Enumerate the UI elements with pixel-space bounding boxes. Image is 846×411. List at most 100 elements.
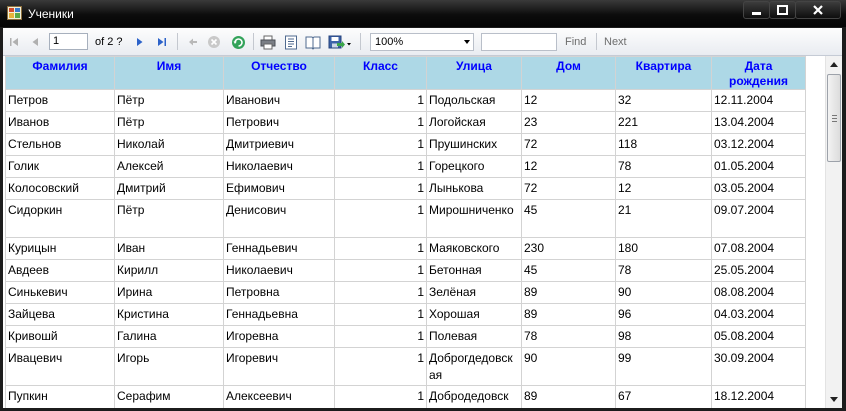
- toolbar-separator: [360, 33, 361, 50]
- print-button[interactable]: [259, 33, 277, 51]
- table-cell: Алексеевич: [223, 385, 335, 408]
- find-text-input[interactable]: [481, 33, 557, 51]
- table-row: Петров Пётр Иванович 1 Подольская 12 32 12.11.2…: [5, 89, 806, 112]
- stop-button[interactable]: [206, 33, 222, 51]
- table-row: Зайцева Кристина Геннадьевна 1 Хорошая 89 96 04…: [5, 303, 806, 326]
- table-cell: 32: [615, 89, 712, 112]
- table-cell: 12.11.2004: [711, 89, 806, 112]
- table-cell: Логойская: [426, 111, 522, 134]
- report-viewer-window: Ученики 1 of 2 ? 100% Find Next Фамилия …: [0, 0, 846, 411]
- minimize-button[interactable]: [743, 1, 770, 19]
- toolbar-separator: [596, 33, 597, 50]
- current-page-input[interactable]: 1: [49, 33, 88, 50]
- table-cell: 04.03.2004: [711, 303, 806, 326]
- first-page-button[interactable]: [7, 33, 21, 51]
- table-cell: 230: [521, 237, 616, 260]
- next-page-icon: [137, 38, 143, 46]
- table-cell: Колосовский: [5, 177, 115, 200]
- table-cell: Петрович: [223, 111, 335, 134]
- last-page-button[interactable]: [154, 33, 170, 51]
- back-arrow-icon: [189, 38, 197, 46]
- table-cell: Алексей: [114, 155, 224, 178]
- export-button[interactable]: [327, 33, 353, 51]
- next-page-button[interactable]: [133, 33, 147, 51]
- table-cell: Кривошй: [5, 325, 115, 348]
- page-setup-icon: [305, 36, 321, 50]
- scrollbar-thumb[interactable]: [827, 74, 841, 162]
- refresh-button[interactable]: [229, 33, 247, 51]
- table-cell: Дмитриевич: [223, 133, 335, 156]
- table-cell: Мирошниченко: [426, 199, 522, 238]
- table-cell: Зайцева: [5, 303, 115, 326]
- table-cell: Курицын: [5, 237, 115, 260]
- table-cell: 1: [334, 303, 427, 326]
- table-cell: 1: [334, 237, 427, 260]
- print-layout-button[interactable]: [282, 33, 300, 51]
- table-cell: 07.08.2004: [711, 237, 806, 260]
- table-cell: 180: [615, 237, 712, 260]
- table-cell: Подольская: [426, 89, 522, 112]
- table-cell: Галина: [114, 325, 224, 348]
- save-export-icon: [328, 35, 351, 48]
- table-cell: 1: [334, 133, 427, 156]
- table-cell: Серафим: [114, 385, 224, 408]
- close-button[interactable]: [795, 1, 841, 19]
- app-icon: [7, 6, 22, 20]
- table-cell: Ефимович: [223, 177, 335, 200]
- vertical-scrollbar[interactable]: [825, 56, 842, 408]
- previous-page-button[interactable]: [28, 33, 42, 51]
- dropdown-arrow-icon: [464, 40, 470, 44]
- table-cell: 1: [334, 259, 427, 282]
- table-row: Колосовский Дмитрий Ефимович 1 Лынькова 72 12 0…: [5, 177, 806, 200]
- table-cell: Дмитрий: [114, 177, 224, 200]
- maximize-icon: [777, 5, 788, 15]
- table-cell: Пётр: [114, 89, 224, 112]
- table-cell: Бетонная: [426, 259, 522, 282]
- table-cell: 89: [521, 303, 616, 326]
- table-cell: Петровна: [223, 281, 335, 304]
- table-cell: 1: [334, 281, 427, 304]
- column-header: Дата рождения: [711, 56, 806, 90]
- refresh-icon: [231, 35, 245, 49]
- zoom-select[interactable]: 100%: [370, 33, 474, 51]
- table-cell: Хорошая: [426, 303, 522, 326]
- table-row: Стельнов Николай Дмитриевич 1 Прушинских 72 11…: [5, 133, 806, 156]
- first-page-icon: [10, 38, 18, 46]
- table-cell: 221: [615, 111, 712, 134]
- table-cell: Горецкого: [426, 155, 522, 178]
- report-page: Фамилия Имя Отчество Класс Улица Дом Квартира Д…: [3, 56, 825, 408]
- table-cell: 90: [615, 281, 712, 304]
- back-button[interactable]: [185, 33, 201, 51]
- page-setup-button[interactable]: [304, 33, 322, 51]
- table-cell: 72: [521, 177, 616, 200]
- scroll-down-button[interactable]: [826, 391, 842, 408]
- column-header: Фамилия: [5, 56, 115, 90]
- find-next-button[interactable]: Next: [604, 36, 627, 48]
- title-bar[interactable]: Ученики: [0, 0, 846, 27]
- table-cell: 25.05.2004: [711, 259, 806, 282]
- table-row: Синькевич Ирина Петровна 1 Зелёная 89 90 08.08.…: [5, 281, 806, 304]
- maximize-button[interactable]: [769, 1, 796, 19]
- table-cell: 78: [615, 259, 712, 282]
- table-cell: Полевая: [426, 325, 522, 348]
- grip-line: [832, 115, 837, 116]
- table-cell: Николаевич: [223, 259, 335, 282]
- page-count-label: of 2 ?: [95, 36, 123, 48]
- table-cell: 90: [521, 347, 616, 386]
- table-cell: Игоревич: [223, 347, 335, 386]
- toolbar-separator: [253, 33, 254, 50]
- table-header-row: Фамилия Имя Отчество Класс Улица Дом Квартира Д…: [5, 56, 806, 90]
- table-cell: Игорь: [114, 347, 224, 386]
- table-cell: Пётр: [114, 199, 224, 238]
- table-cell: Лынькова: [426, 177, 522, 200]
- table-cell: Авдеев: [5, 259, 115, 282]
- table-cell: Игоревна: [223, 325, 335, 348]
- scroll-up-button[interactable]: [826, 56, 842, 73]
- table-cell: Николай: [114, 133, 224, 156]
- table-row: Авдеев Кирилл Николаевич 1 Бетонная 45 78 25.05…: [5, 259, 806, 282]
- table-cell: 1: [334, 199, 427, 238]
- find-button[interactable]: Find: [565, 36, 586, 48]
- table-cell: 72: [521, 133, 616, 156]
- previous-page-icon: [32, 38, 38, 46]
- table-cell: 09.07.2004: [711, 199, 806, 238]
